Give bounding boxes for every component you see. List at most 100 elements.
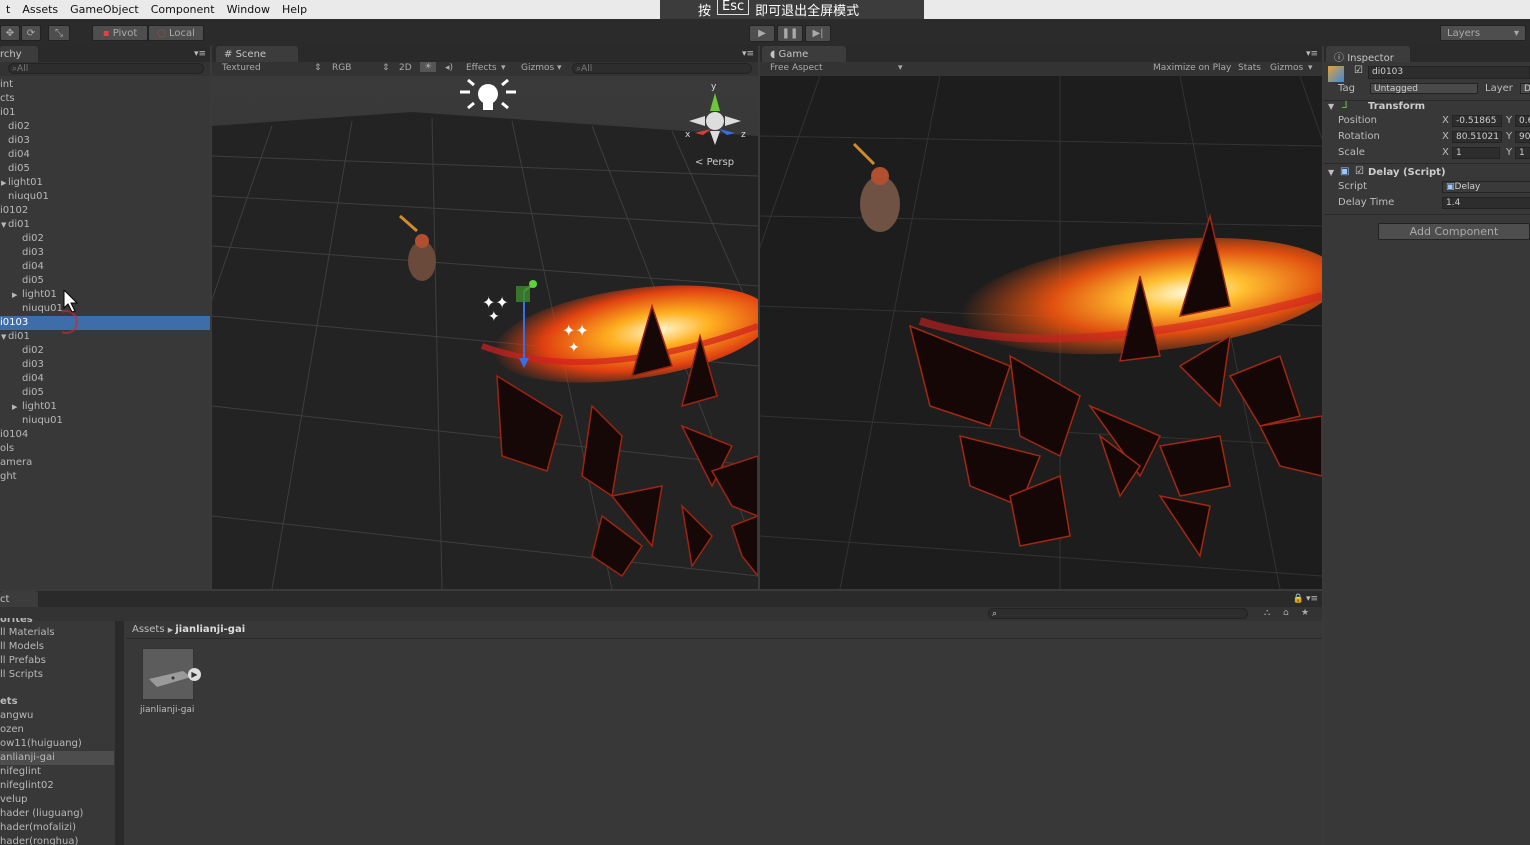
tree-item[interactable]: di03 bbox=[0, 134, 210, 148]
favorite-star-icon[interactable]: ★ bbox=[1301, 608, 1309, 618]
tab-inspector[interactable]: ⓘ Inspector bbox=[1326, 46, 1410, 64]
folder-item-selected[interactable]: anlianji-gai bbox=[0, 751, 114, 765]
tree-item[interactable]: niuqu01 bbox=[0, 302, 210, 316]
folder-item[interactable]: hader(ronghua) bbox=[0, 835, 114, 845]
tree-item[interactable]: i01 bbox=[0, 106, 210, 120]
tree-item[interactable]: di03 bbox=[0, 246, 210, 260]
tree-item[interactable]: amera bbox=[0, 456, 210, 470]
filter-by-label-icon[interactable]: ⌂ bbox=[1283, 608, 1289, 618]
expand-arrow-icon[interactable]: ▶ bbox=[12, 288, 17, 302]
tree-item[interactable]: ▶ light01 bbox=[0, 288, 210, 302]
lock-icon[interactable]: 🔒 bbox=[1293, 594, 1304, 604]
menu-item-help[interactable]: Help bbox=[276, 3, 313, 16]
menu-item-window[interactable]: Window bbox=[221, 3, 276, 16]
tree-item[interactable]: di05 bbox=[0, 162, 210, 176]
effects-dropdown[interactable]: Effects bbox=[466, 63, 497, 73]
rotate-tool-button[interactable]: ⟳ bbox=[21, 25, 41, 41]
tree-item[interactable]: i0102 bbox=[0, 204, 210, 218]
add-component-button[interactable]: Add Component bbox=[1378, 223, 1530, 240]
scene-search-input[interactable]: ⌕All bbox=[572, 63, 752, 74]
folder-item[interactable]: hader(mofalizi) bbox=[0, 821, 114, 835]
menu-item-tools[interactable]: t bbox=[0, 3, 16, 16]
pause-button[interactable]: ❚❚ bbox=[777, 25, 803, 42]
hierarchy-search-input[interactable]: ⌕All bbox=[8, 63, 204, 74]
tag-dropdown[interactable]: Untagged bbox=[1370, 83, 1478, 94]
folder-tree-scrollbar[interactable] bbox=[115, 621, 124, 845]
menu-item-component[interactable]: Component bbox=[145, 3, 221, 16]
script-enabled-checkbox[interactable]: ☑ bbox=[1355, 166, 1364, 177]
object-name-field[interactable]: di0103 bbox=[1368, 66, 1530, 79]
panel-menu-icon[interactable]: ▾≡ bbox=[194, 49, 206, 59]
stats-toggle[interactable]: Stats bbox=[1238, 63, 1261, 73]
tab-game[interactable]: ◖ Game bbox=[762, 46, 846, 62]
play-button[interactable]: ▶ bbox=[749, 25, 775, 42]
layer-dropdown[interactable]: D bbox=[1520, 83, 1530, 94]
tree-item[interactable]: ▶ light01 bbox=[0, 400, 210, 414]
tree-item[interactable]: ▼ di01 bbox=[0, 330, 210, 344]
audio-toggle[interactable]: ◂) bbox=[445, 63, 453, 73]
rotation-y-field[interactable]: 90 bbox=[1515, 131, 1530, 143]
tree-item[interactable]: ▼ di01 bbox=[0, 218, 210, 232]
collapse-arrow-icon[interactable]: ▼ bbox=[1328, 102, 1334, 111]
folder-item[interactable]: hader (liuguang) bbox=[0, 807, 114, 821]
render-mode-dropdown[interactable]: RGB bbox=[332, 63, 351, 73]
scene-viewport[interactable]: ✦✦ ✦ ✦✦ ✦ y x z < Persp bbox=[212, 76, 758, 589]
tree-item[interactable]: ght bbox=[0, 470, 210, 484]
breadcrumb-root[interactable]: Assets bbox=[132, 624, 165, 635]
scene-lighting-toggle[interactable]: ☀ bbox=[420, 62, 437, 72]
tree-item[interactable]: di04 bbox=[0, 260, 210, 274]
projection-label[interactable]: < Persp bbox=[695, 157, 734, 168]
panel-menu-icon[interactable]: ▾≡ bbox=[1306, 49, 1318, 59]
asset-tile[interactable]: ▶ jianlianji-gai bbox=[140, 648, 201, 718]
tree-item[interactable]: di02 bbox=[0, 120, 210, 134]
folder-item[interactable]: nifeglint bbox=[0, 765, 114, 779]
folder-item[interactable]: angwu bbox=[0, 709, 114, 723]
step-button[interactable]: ▶| bbox=[805, 25, 831, 42]
shading-mode-dropdown[interactable]: Textured bbox=[222, 63, 261, 73]
tree-item[interactable]: niuqu01 bbox=[0, 190, 210, 204]
aspect-dropdown[interactable]: Free Aspect bbox=[770, 63, 823, 73]
scale-tool-button[interactable]: ⤡ bbox=[48, 25, 70, 41]
menu-item-assets[interactable]: Assets bbox=[16, 3, 64, 16]
tab-scene[interactable]: # Scene bbox=[216, 46, 298, 62]
tree-item[interactable]: di03 bbox=[0, 358, 210, 372]
project-search-input[interactable]: ⌕ bbox=[988, 608, 1248, 619]
folder-item[interactable]: ow11(huiguang) bbox=[0, 737, 114, 751]
scale-y-field[interactable]: 1 bbox=[1515, 147, 1530, 159]
breadcrumb-current[interactable]: jianlianji-gai bbox=[175, 624, 245, 635]
game-gizmos-toggle[interactable]: Gizmos bbox=[1270, 63, 1303, 73]
rotation-x-field[interactable]: 80.51021 bbox=[1452, 131, 1502, 143]
expand-arrow-icon[interactable]: ▶ bbox=[12, 400, 17, 414]
expand-arrow-icon[interactable]: ▶ bbox=[1, 176, 6, 190]
collapse-arrow-icon[interactable]: ▼ bbox=[1, 330, 6, 344]
collapse-arrow-icon[interactable]: ▼ bbox=[1328, 168, 1334, 177]
scene-gizmos-dropdown[interactable]: Gizmos bbox=[521, 63, 554, 73]
tree-item[interactable]: ▶ light01 bbox=[0, 176, 210, 190]
toggle-2d-button[interactable]: 2D bbox=[399, 63, 412, 73]
game-viewport[interactable] bbox=[760, 76, 1322, 589]
tree-item[interactable]: i0104 bbox=[0, 428, 210, 442]
tree-item[interactable]: di02 bbox=[0, 344, 210, 358]
panel-menu-icon[interactable]: ▾≡ bbox=[1306, 594, 1318, 604]
delay-time-field[interactable]: 1.4 bbox=[1442, 197, 1530, 209]
move-tool-button[interactable]: ✥ bbox=[0, 25, 20, 41]
active-checkbox[interactable]: ☑ bbox=[1354, 65, 1363, 76]
favorite-item[interactable]: ll Prefabs bbox=[0, 654, 114, 668]
position-x-field[interactable]: -0.51865 bbox=[1452, 115, 1502, 127]
tree-item[interactable]: di02 bbox=[0, 232, 210, 246]
tree-item[interactable]: di05 bbox=[0, 386, 210, 400]
tab-hierarchy[interactable]: rchy bbox=[0, 46, 38, 62]
tree-item[interactable]: ols bbox=[0, 442, 210, 456]
tree-item[interactable]: int bbox=[0, 78, 210, 92]
tree-item[interactable]: di04 bbox=[0, 148, 210, 162]
scale-x-field[interactable]: 1 bbox=[1452, 147, 1500, 159]
tree-item[interactable]: di04 bbox=[0, 372, 210, 386]
maximize-on-play-toggle[interactable]: Maximize on Play bbox=[1153, 63, 1231, 73]
favorite-item[interactable]: ll Materials bbox=[0, 626, 114, 640]
position-y-field[interactable]: 0.6 bbox=[1515, 115, 1530, 127]
folder-item[interactable]: ozen bbox=[0, 723, 114, 737]
local-toggle[interactable]: ◌ Local bbox=[148, 25, 204, 41]
filter-by-type-icon[interactable]: ⛬ bbox=[1264, 608, 1270, 618]
favorite-item[interactable]: ll Scripts bbox=[0, 668, 114, 682]
expand-prefab-icon[interactable]: ▶ bbox=[188, 668, 201, 681]
